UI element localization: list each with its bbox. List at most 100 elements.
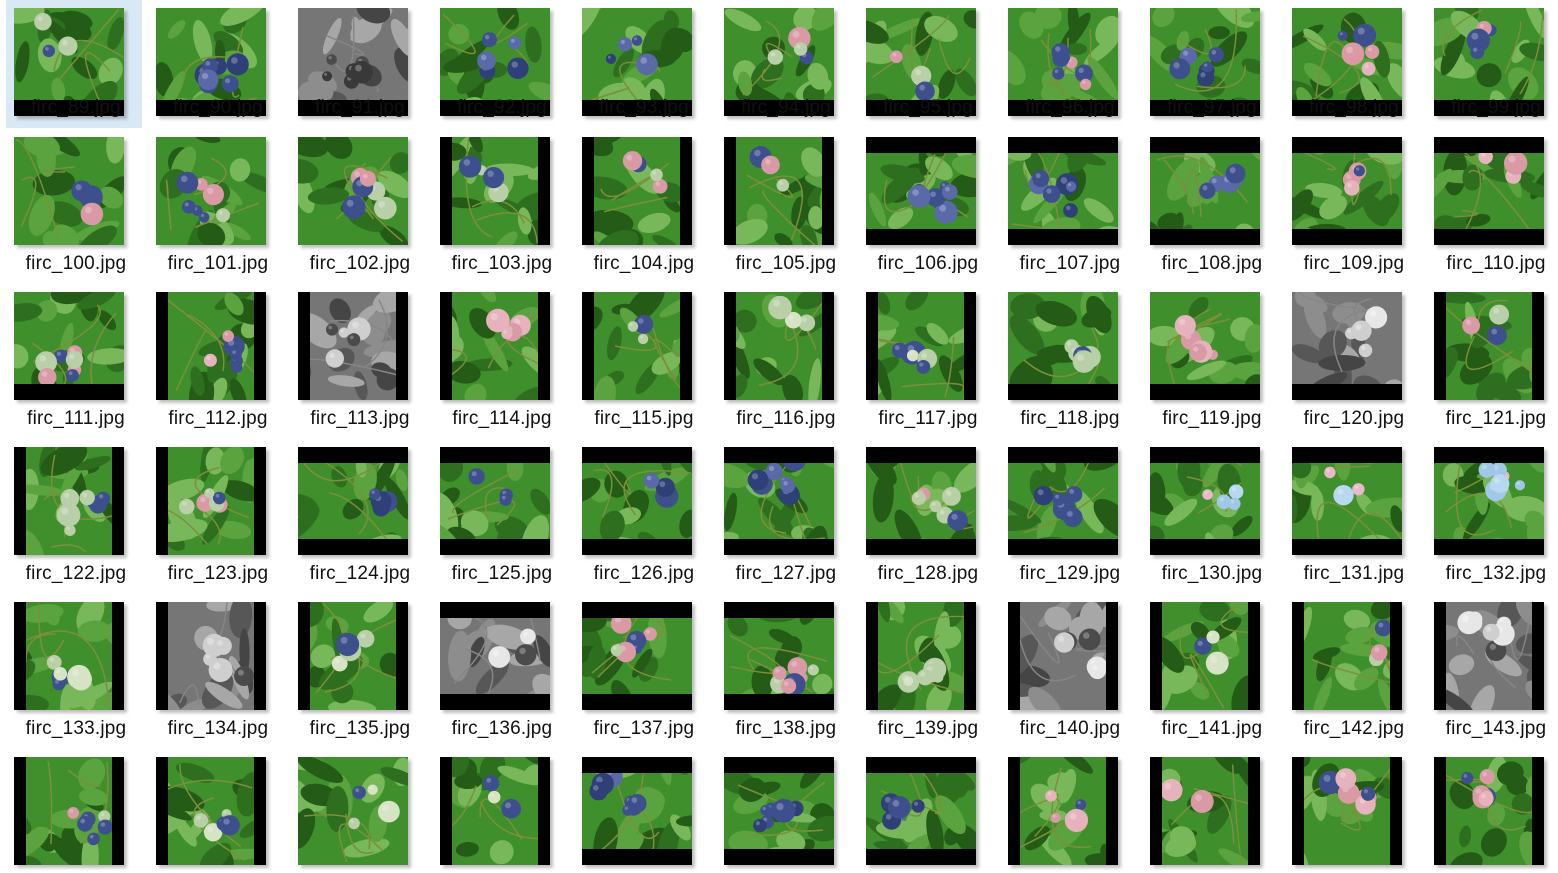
file-thumbnail[interactable] <box>298 757 408 865</box>
file-item[interactable]: firc_114.jpg <box>432 284 568 429</box>
file-thumbnail[interactable] <box>724 137 834 245</box>
file-thumbnail[interactable] <box>440 137 550 245</box>
file-thumbnail[interactable] <box>1150 292 1260 400</box>
file-thumbnail[interactable] <box>14 292 124 400</box>
file-thumbnail[interactable] <box>440 602 550 710</box>
file-item[interactable]: firc_142.jpg <box>1284 594 1420 739</box>
file-thumbnail[interactable] <box>582 137 692 245</box>
file-item[interactable]: firc_143.jpg <box>1426 594 1558 739</box>
file-item[interactable]: firc_126.jpg <box>574 439 710 584</box>
file-item[interactable]: firc_121.jpg <box>1426 284 1558 429</box>
file-thumbnail[interactable] <box>582 602 692 710</box>
file-item[interactable]: firc_97.jpg <box>1142 0 1278 128</box>
file-item[interactable]: firc_98.jpg <box>1284 0 1420 128</box>
file-item[interactable]: firc_115.jpg <box>574 284 710 429</box>
file-item[interactable]: firc_138.jpg <box>716 594 852 739</box>
file-thumbnail[interactable] <box>582 757 692 865</box>
file-thumbnail[interactable] <box>582 447 692 555</box>
file-thumbnail[interactable] <box>1008 602 1118 710</box>
file-item[interactable]: firc_95.jpg <box>858 0 994 128</box>
file-thumbnail[interactable] <box>1434 602 1544 710</box>
file-thumbnail[interactable] <box>1008 447 1118 555</box>
file-item[interactable] <box>290 749 426 867</box>
file-thumbnail[interactable] <box>724 447 834 555</box>
file-thumbnail[interactable] <box>1150 137 1260 245</box>
file-thumbnail[interactable] <box>1292 447 1402 555</box>
file-thumbnail[interactable] <box>724 757 834 865</box>
file-thumbnail[interactable] <box>440 447 550 555</box>
file-thumbnail[interactable] <box>1150 602 1260 710</box>
file-item[interactable]: firc_99.jpg <box>1426 0 1558 128</box>
file-item[interactable]: firc_123.jpg <box>148 439 284 584</box>
file-thumbnail[interactable] <box>14 137 124 245</box>
file-thumbnail[interactable] <box>582 292 692 400</box>
file-item[interactable]: firc_107.jpg <box>1000 129 1136 274</box>
file-thumbnail[interactable] <box>298 292 408 400</box>
file-item[interactable]: firc_117.jpg <box>858 284 994 429</box>
file-item[interactable]: firc_92.jpg <box>432 0 568 128</box>
file-thumbnail[interactable] <box>1150 447 1260 555</box>
file-thumbnail[interactable] <box>866 137 976 245</box>
file-thumbnail[interactable] <box>1008 757 1118 865</box>
file-thumbnail[interactable] <box>1150 757 1260 865</box>
file-thumbnail[interactable] <box>14 447 124 555</box>
file-thumbnail[interactable] <box>1434 447 1544 555</box>
file-item[interactable]: firc_120.jpg <box>1284 284 1420 429</box>
file-item[interactable] <box>716 749 852 867</box>
file-item[interactable]: firc_106.jpg <box>858 129 994 274</box>
file-item[interactable]: firc_132.jpg <box>1426 439 1558 584</box>
file-thumbnail[interactable] <box>1292 602 1402 710</box>
file-item[interactable]: firc_134.jpg <box>148 594 284 739</box>
file-item[interactable]: firc_100.jpg <box>6 129 142 274</box>
file-thumbnail[interactable] <box>866 602 976 710</box>
file-thumbnail[interactable] <box>866 292 976 400</box>
file-thumbnail[interactable] <box>156 292 266 400</box>
file-item[interactable]: firc_93.jpg <box>574 0 710 128</box>
file-thumbnail[interactable] <box>14 602 124 710</box>
file-item[interactable] <box>858 749 994 867</box>
file-item[interactable]: firc_109.jpg <box>1284 129 1420 274</box>
file-item[interactable]: firc_128.jpg <box>858 439 994 584</box>
file-thumbnail[interactable] <box>866 757 976 865</box>
file-item[interactable]: firc_116.jpg <box>716 284 852 429</box>
file-item[interactable]: firc_129.jpg <box>1000 439 1136 584</box>
file-item[interactable]: firc_135.jpg <box>290 594 426 739</box>
file-item[interactable]: firc_112.jpg <box>148 284 284 429</box>
file-thumbnail[interactable] <box>156 757 266 865</box>
file-item[interactable] <box>1284 749 1420 867</box>
file-item[interactable]: firc_110.jpg <box>1426 129 1558 274</box>
file-thumbnail[interactable] <box>156 447 266 555</box>
file-item[interactable]: firc_108.jpg <box>1142 129 1278 274</box>
file-item[interactable] <box>148 749 284 867</box>
file-thumbnail[interactable] <box>1434 292 1544 400</box>
file-thumbnail[interactable] <box>14 757 124 865</box>
file-item[interactable]: firc_118.jpg <box>1000 284 1136 429</box>
file-thumbnail[interactable] <box>156 602 266 710</box>
file-item[interactable] <box>1000 749 1136 867</box>
file-item[interactable]: firc_139.jpg <box>858 594 994 739</box>
file-item[interactable]: firc_89.jpg <box>6 0 142 128</box>
file-thumbnail[interactable] <box>1292 757 1402 865</box>
file-item[interactable]: firc_94.jpg <box>716 0 852 128</box>
file-item[interactable]: firc_122.jpg <box>6 439 142 584</box>
file-item[interactable]: firc_136.jpg <box>432 594 568 739</box>
file-thumbnail[interactable] <box>866 447 976 555</box>
file-item[interactable]: firc_90.jpg <box>148 0 284 128</box>
file-item[interactable]: firc_131.jpg <box>1284 439 1420 584</box>
file-thumbnail[interactable] <box>1434 757 1544 865</box>
file-item[interactable]: firc_103.jpg <box>432 129 568 274</box>
file-item[interactable]: firc_113.jpg <box>290 284 426 429</box>
file-item[interactable]: firc_133.jpg <box>6 594 142 739</box>
file-item[interactable] <box>1426 749 1558 867</box>
file-item[interactable]: firc_102.jpg <box>290 129 426 274</box>
file-thumbnail[interactable] <box>1292 292 1402 400</box>
file-item[interactable]: firc_137.jpg <box>574 594 710 739</box>
file-thumbnail[interactable] <box>1008 137 1118 245</box>
file-thumbnail[interactable] <box>156 137 266 245</box>
file-item[interactable]: firc_141.jpg <box>1142 594 1278 739</box>
file-thumbnail[interactable] <box>724 602 834 710</box>
file-item[interactable]: firc_101.jpg <box>148 129 284 274</box>
file-item[interactable]: firc_124.jpg <box>290 439 426 584</box>
file-thumbnail[interactable] <box>298 137 408 245</box>
file-thumbnail[interactable] <box>298 602 408 710</box>
